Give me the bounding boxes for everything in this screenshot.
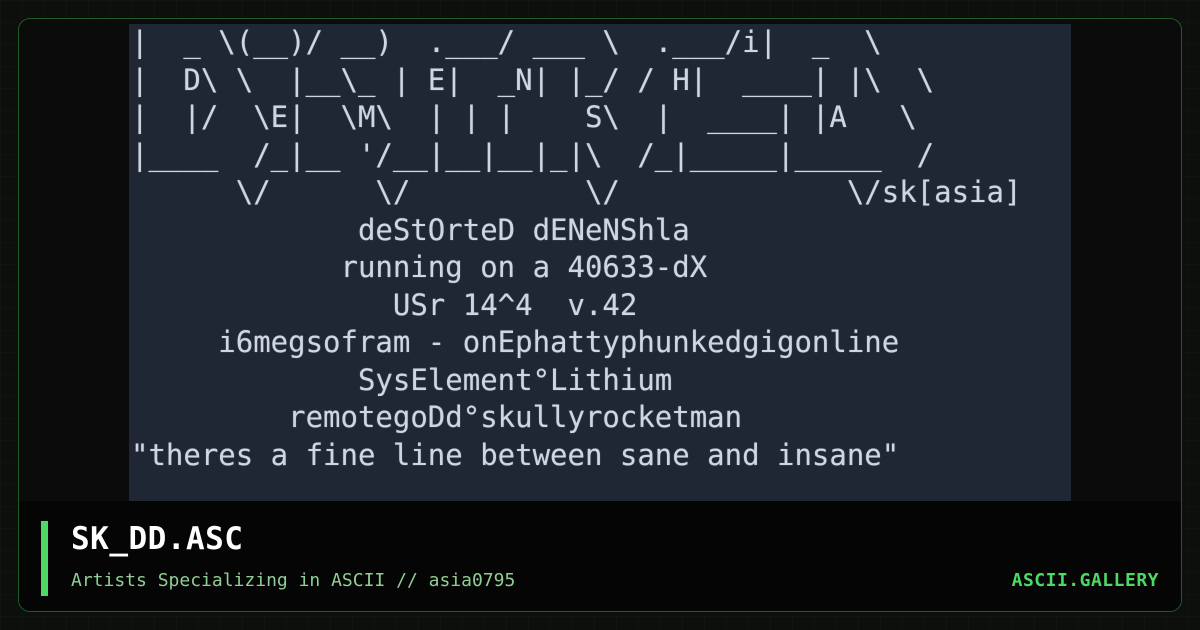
ascii-art-text: | _ \(__)/ __) .___/ ___ \ .___/i| _ \ |… bbox=[131, 24, 1021, 474]
art-line: SysElement°Lithium bbox=[131, 362, 673, 397]
art-line: running on a 40633-dX bbox=[131, 250, 708, 284]
art-line: | |/ \E| \M\ | | | S\ | ____| |A \ bbox=[131, 100, 917, 134]
gallery-card: | _ \(__)/ __) .___/ ___ \ .___/i| _ \ |… bbox=[18, 18, 1182, 612]
art-line: remotegoDd°skullyrocketman bbox=[131, 400, 743, 434]
art-line: "theres a fine line between sane and ins… bbox=[131, 437, 900, 472]
page: { "art": { "lines": [ "| _ \\(__)/ __) .… bbox=[0, 0, 1200, 630]
art-line: USr 14^4 v.42 bbox=[131, 287, 638, 322]
accent-bar bbox=[41, 521, 48, 596]
art-line: deStOrteD dENeNShla bbox=[131, 212, 690, 247]
art-line: | _ \(__)/ __) .___/ ___ \ .___/i| _ \ bbox=[131, 25, 882, 59]
art-line: i6megsofram - onEphattyphunkedgigonline bbox=[131, 325, 900, 359]
art-line: \/ \/ \/ \/sk[asia] bbox=[131, 175, 1022, 209]
card-footer: SK_DD.ASC Artists Specializing in ASCII … bbox=[19, 501, 1181, 611]
ascii-art-preview: | _ \(__)/ __) .___/ ___ \ .___/i| _ \ |… bbox=[129, 24, 1071, 501]
art-line: |____ /_|__ '/__|__|__|_|\ /_|_____|____… bbox=[131, 137, 935, 172]
file-title: SK_DD.ASC bbox=[71, 521, 244, 557]
art-line: | D\ \ |__\_ | E| _N| |_/ / H| ____| |\ … bbox=[131, 62, 935, 97]
site-brand-link[interactable]: ASCII.GALLERY bbox=[1012, 570, 1159, 591]
artist-subtitle: Artists Specializing in ASCII // asia079… bbox=[71, 570, 516, 591]
